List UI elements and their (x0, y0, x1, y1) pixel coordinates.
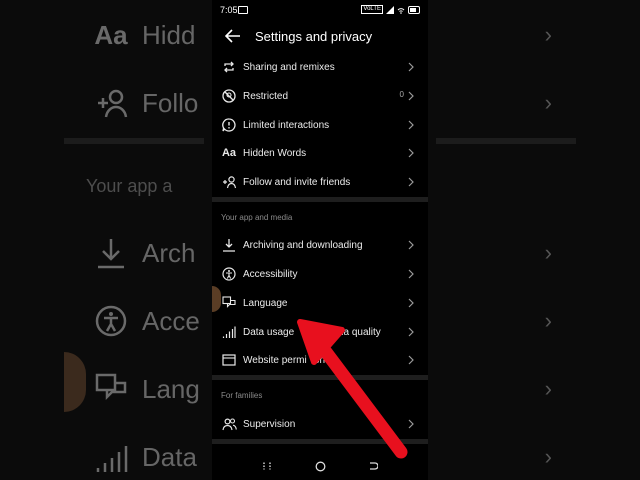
item-label: Supervision (243, 418, 296, 430)
chevron-right-icon (408, 269, 414, 279)
item-archiving[interactable]: Archiving and downloading (212, 231, 428, 259)
bg-row-label: Follo (142, 87, 199, 118)
recents-icon[interactable] (261, 460, 273, 472)
status-bar: 7:05 VoLTE (212, 0, 428, 20)
home-icon[interactable] (314, 460, 326, 472)
accessibility-icon (221, 266, 237, 282)
item-limited-interactions[interactable]: Limited interactions (212, 111, 428, 139)
bg-aa-icon: Aa (94, 19, 128, 50)
chevron-right-icon (408, 327, 414, 337)
signal-icon (221, 324, 237, 340)
bg-row-label: Arch (142, 237, 196, 268)
item-supervision[interactable]: Supervision (212, 410, 428, 438)
section-title-families: For families (221, 391, 263, 400)
wifi-icon (397, 7, 405, 14)
item-website-permissions[interactable]: Website permi ions (212, 346, 428, 374)
back-arrow-icon[interactable] (218, 22, 248, 50)
section-divider (212, 197, 428, 202)
supervision-icon (221, 416, 237, 432)
bg-download-icon (86, 233, 136, 273)
hidden-words-icon: Aa (221, 147, 237, 159)
item-label: Restricted (243, 90, 289, 102)
bg-signal-icon (86, 437, 136, 477)
item-label-tail: ions (311, 354, 331, 366)
item-label-end: edia quality (330, 326, 381, 338)
item-label: Limited interactions (243, 119, 330, 131)
item-data-usage[interactable]: Data usage edia quality (212, 318, 428, 346)
section-divider (212, 439, 428, 444)
bg-language-icon (86, 369, 136, 409)
signal-strength-icon (386, 5, 394, 14)
language-icon (221, 295, 237, 311)
item-label: Website permi (243, 354, 307, 366)
restricted-count: 0 (399, 90, 404, 99)
chevron-right-icon (408, 240, 414, 250)
bg-follow-icon (86, 83, 136, 123)
bg-row-label: Data (142, 441, 197, 472)
chevron-right-icon (408, 120, 414, 130)
item-language[interactable]: Language (212, 289, 428, 317)
item-follow-and-invite[interactable]: Follow and invite friends (212, 168, 428, 196)
remix-icon (221, 59, 237, 75)
phone-screen: 7:05 VoLTE Settings and privacy Sharing … (212, 0, 428, 480)
bg-chevron-icon: › (544, 240, 552, 265)
system-nav-bar (212, 452, 428, 480)
restricted-icon (221, 88, 237, 104)
status-icons: VoLTE (361, 5, 420, 14)
item-restricted[interactable]: Restricted 0 (212, 82, 428, 110)
web-icon (221, 352, 237, 368)
chevron-right-icon (408, 91, 414, 101)
item-label: Accessibility (243, 268, 298, 280)
item-label: Hidden Words (243, 147, 307, 159)
header: Settings and privacy (212, 22, 428, 50)
download-icon (221, 237, 237, 253)
bg-chevron-icon: › (544, 376, 552, 401)
item-label: Language (243, 297, 288, 309)
bg-row-label: Lang (142, 373, 200, 404)
item-label: Follow and invite friends (243, 176, 351, 188)
video-record-icon (238, 6, 248, 14)
back-nav-icon[interactable] (367, 460, 379, 472)
item-accessibility[interactable]: Accessibility (212, 260, 428, 288)
section-title-app-media: Your app and media (221, 213, 293, 222)
chevron-right-icon (408, 355, 414, 365)
chevron-right-icon (408, 419, 414, 429)
item-label-start: Data usage (243, 326, 295, 338)
bg-chevron-icon: › (544, 90, 552, 115)
page-title: Settings and privacy (255, 28, 373, 44)
bg-row-label: Acce (142, 305, 200, 336)
item-label: Archiving and downloading (243, 239, 363, 251)
bg-chevron-icon: › (544, 22, 552, 47)
bg-row-label: Hidd (142, 19, 196, 50)
item-hidden-words[interactable]: Aa Hidden Words (212, 139, 428, 167)
chevron-right-icon (408, 298, 414, 308)
limited-icon (221, 117, 237, 133)
bg-divider (64, 138, 204, 144)
section-divider (212, 375, 428, 380)
bg-chevron-icon: › (544, 308, 552, 333)
chevron-right-icon (408, 177, 414, 187)
item-sharing-and-remixes[interactable]: Sharing and remixes (212, 53, 428, 81)
chevron-right-icon (408, 148, 414, 158)
chevron-right-icon (408, 62, 414, 72)
bg-accessibility-icon (86, 301, 136, 341)
follow-icon (221, 174, 237, 190)
item-label: Sharing and remixes (243, 61, 335, 73)
bg-chevron-icon: › (544, 444, 552, 469)
bg-section-label: Your app a (86, 176, 173, 196)
volte-badge: VoLTE (361, 5, 383, 14)
status-time: 7:05 (220, 5, 238, 15)
bg-divider (436, 138, 576, 144)
battery-icon (408, 5, 420, 14)
